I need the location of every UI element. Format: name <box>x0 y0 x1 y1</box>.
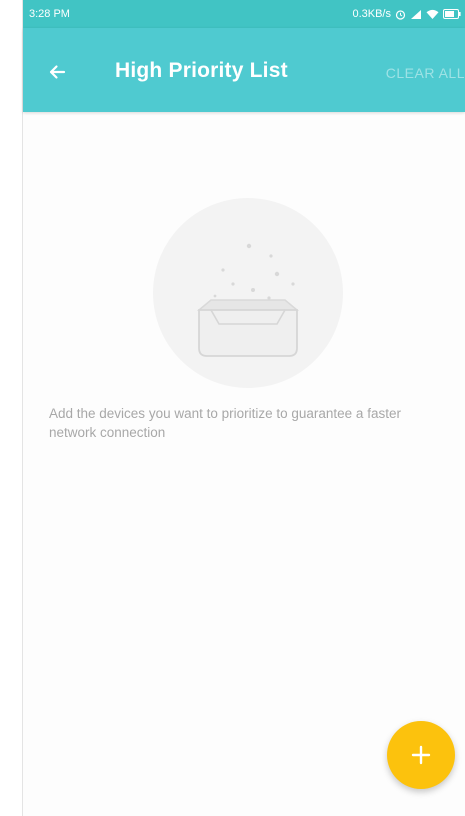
status-bar: 3:28 PM 0.3KB/s <box>23 0 465 28</box>
phone-viewport: 3:28 PM 0.3KB/s High Priority List CLEAR… <box>22 0 465 816</box>
empty-state-illustration <box>153 198 343 388</box>
page-title: High Priority List <box>115 59 288 82</box>
signal-icon <box>410 9 422 20</box>
status-time: 3:28 PM <box>29 8 70 20</box>
add-device-button[interactable] <box>387 721 455 789</box>
battery-icon <box>443 9 461 19</box>
empty-state-message: Add the devices you want to prioritize t… <box>49 406 401 440</box>
wifi-icon <box>426 9 439 20</box>
app-screen: 3:28 PM 0.3KB/s High Priority List CLEAR… <box>0 0 465 816</box>
arrow-back-icon <box>49 65 66 79</box>
alarm-icon <box>395 9 406 20</box>
network-speed: 0.3KB/s <box>352 8 391 20</box>
app-bar: High Priority List CLEAR ALL <box>23 28 465 112</box>
left-margin <box>0 0 22 816</box>
clear-all-button[interactable]: CLEAR ALL <box>386 65 465 81</box>
plus-icon <box>411 745 431 765</box>
back-button[interactable] <box>39 54 75 90</box>
status-icons: 0.3KB/s <box>352 8 461 20</box>
empty-inbox-icon <box>196 243 300 357</box>
